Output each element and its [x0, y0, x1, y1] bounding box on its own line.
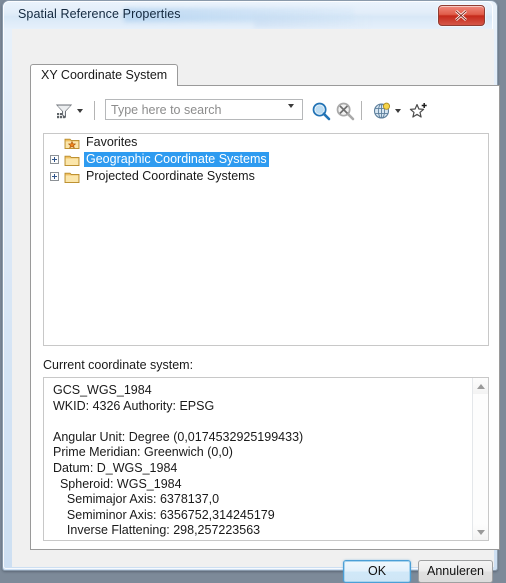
expand-plus-icon[interactable] — [50, 172, 59, 181]
close-button[interactable] — [438, 5, 485, 26]
dialog-content: XY Coordinate System Type here to search… — [12, 29, 500, 583]
tab-container: XY Coordinate System Type here to search… — [30, 64, 500, 550]
tree-item-projected-coordinate-systems[interactable]: Projected Coordinate Systems — [44, 168, 488, 185]
clear-search-button[interactable] — [335, 99, 355, 123]
toolbar-separator-2 — [361, 101, 362, 120]
current-coordinate-system-panel[interactable]: GCS_WGS_1984 WKID: 4326 Authority: EPSG … — [43, 377, 489, 541]
triangle-down-icon — [476, 529, 485, 535]
tree-item-label: Favorites — [86, 135, 138, 149]
folder-icon — [64, 172, 80, 183]
magnifier-search-icon — [312, 102, 331, 121]
magnifier-clear-icon — [336, 102, 355, 121]
details-vertical-scrollbar[interactable] — [472, 378, 488, 540]
filter-dropdown-button[interactable] — [77, 99, 83, 123]
tree-item-geographic-coordinate-systems[interactable]: Geographic Coordinate Systems — [44, 151, 488, 168]
tab-xy-coordinate-system[interactable]: XY Coordinate System — [30, 64, 179, 86]
coordinate-system-tree[interactable]: Favorites Geographic Coordinate Systems — [43, 133, 489, 346]
window-title: Spatial Reference Properties — [18, 7, 181, 21]
add-to-favorites-button[interactable] — [409, 99, 429, 123]
tab-panel-xy-coordinate-system: Favorites Geographic Coordinate Systems — [30, 85, 500, 550]
search-combobox[interactable] — [105, 99, 303, 125]
star-add-icon — [409, 103, 427, 118]
folder-favorites-star-icon — [64, 138, 80, 149]
search-button[interactable] — [311, 99, 331, 123]
coordinate-system-type-dropdown-button[interactable] — [395, 99, 401, 123]
tree-item-favorites[interactable]: Favorites — [44, 134, 488, 151]
tree-item-label: Geographic Coordinate Systems — [84, 152, 269, 167]
scroll-up-button[interactable] — [473, 378, 488, 394]
current-coordinate-system-details: GCS_WGS_1984 WKID: 4326 Authority: EPSG … — [53, 383, 304, 538]
coordinate-system-type-button[interactable] — [372, 99, 392, 123]
tree-item-label: Projected Coordinate Systems — [86, 169, 255, 183]
close-x-icon — [455, 10, 467, 21]
globe-icon — [373, 102, 391, 119]
funnel-filter-icon — [55, 104, 73, 119]
ok-button[interactable]: OK — [343, 560, 411, 583]
chevron-down-icon — [77, 109, 83, 113]
title-bar[interactable]: Spatial Reference Properties — [4, 2, 492, 29]
filter-button[interactable] — [55, 99, 73, 123]
search-dropdown-button[interactable] — [288, 104, 294, 126]
folder-icon — [64, 155, 80, 166]
chevron-down-icon — [288, 104, 294, 125]
spatial-reference-properties-dialog: Spatial Reference Properties XY Coordina… — [0, 0, 506, 583]
chevron-down-icon — [395, 109, 401, 113]
toolbar — [43, 98, 489, 126]
cancel-button[interactable]: Annuleren — [418, 560, 493, 583]
toolbar-separator-1 — [94, 101, 95, 120]
expand-plus-icon[interactable] — [50, 155, 59, 164]
title-bar-sheen-secondary — [254, 16, 369, 28]
search-input[interactable] — [111, 102, 279, 118]
triangle-up-icon — [476, 383, 485, 389]
current-coordinate-system-label: Current coordinate system: — [43, 358, 194, 372]
scroll-down-button[interactable] — [473, 524, 488, 540]
